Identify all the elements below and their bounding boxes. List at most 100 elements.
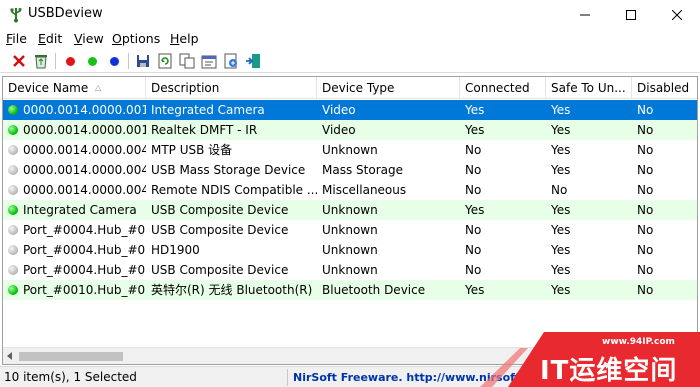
cell-device-type: Unknown [322, 263, 378, 277]
html-report-icon [224, 53, 237, 69]
cell-description: MTP USB 设备 [151, 143, 233, 157]
red-dot-button[interactable] [61, 52, 79, 70]
cell-device-type: Mass Storage [322, 163, 403, 177]
cell-safe-to-unplug: Yes [551, 243, 571, 257]
table-row[interactable]: Port_#0004.Hub_#0... HD1900 Unknown No Yes No [3, 240, 697, 260]
close-button[interactable] [654, 0, 700, 30]
table-row[interactable]: Port_#0010.Hub_#0... 英特尔(R) 无线 Bluetooth(… [3, 280, 697, 300]
cell-description: 英特尔(R) 无线 Bluetooth(R) [151, 283, 313, 297]
blue-dot-icon [109, 56, 119, 66]
cell-connected: Yes [465, 203, 485, 217]
red-dot-icon [65, 56, 75, 66]
menu-options[interactable]: Options [112, 31, 160, 46]
cell-description: Realtek DMFT - IR [151, 123, 258, 137]
refresh-button[interactable] [156, 52, 174, 70]
disable-device-button[interactable] [10, 52, 28, 70]
cell-device-type: Unknown [322, 203, 378, 217]
menu-file[interactable]: File [6, 31, 27, 46]
menu-view[interactable]: View [74, 31, 104, 46]
html-report-button[interactable] [222, 52, 240, 70]
menu-edit[interactable]: Edit [38, 31, 62, 46]
cell-disabled: No [637, 203, 654, 217]
cell-disabled: No [637, 183, 654, 197]
exit-button[interactable] [244, 52, 262, 70]
cell-connected: Yes [465, 103, 485, 117]
column-header-device-name[interactable]: Device Name △ [3, 77, 146, 99]
cell-disabled: No [637, 123, 654, 137]
table-row[interactable]: Integrated Camera USB Composite Device Unk… [3, 200, 697, 220]
usb-app-icon [10, 8, 22, 23]
table-row[interactable]: 0000.0014.0000.001.... Integrated Camera V… [3, 100, 697, 120]
column-header-connected[interactable]: Connected [460, 77, 546, 99]
cell-device-name: Port_#0004.Hub_#0... [23, 243, 146, 257]
column-header-disabled[interactable]: Disabled [632, 77, 697, 99]
cell-safe-to-unplug: No [551, 183, 568, 197]
maximize-button[interactable] [608, 0, 654, 30]
toolbar-separator [55, 53, 56, 69]
cell-safe-to-unplug: Yes [551, 123, 571, 137]
cell-safe-to-unplug: Yes [551, 223, 571, 237]
save-button[interactable] [134, 52, 152, 70]
copy-icon [179, 53, 195, 69]
sort-ascending-icon: △ [95, 83, 102, 92]
recycle-bin-button[interactable] [32, 52, 50, 70]
cell-device-name: Port_#0010.Hub_#0... [23, 283, 146, 297]
menu-help[interactable]: Help [170, 31, 199, 46]
watermark-logo: www.94IP.com IT运维空间 [480, 332, 700, 387]
minimize-button[interactable] [562, 0, 608, 30]
status-separator [287, 369, 288, 386]
cell-safe-to-unplug: Yes [551, 103, 571, 117]
table-row[interactable]: Port_#0004.Hub_#0... USB Composite Device… [3, 220, 697, 240]
blue-dot-button[interactable] [105, 52, 123, 70]
cell-device-type: Unknown [322, 143, 378, 157]
cell-connected: No [465, 163, 482, 177]
cell-device-name: 0000.0014.0000.001.... [23, 123, 146, 137]
menu-bar: File Edit View Options Help [0, 30, 700, 48]
recycle-bin-icon [35, 55, 47, 69]
cell-safe-to-unplug: Yes [551, 143, 571, 157]
cell-disabled: No [637, 243, 654, 257]
cell-connected: No [465, 143, 482, 157]
exit-door-icon [246, 54, 260, 68]
green-dot-button[interactable] [83, 52, 101, 70]
cell-device-name: 0000.0014.0000.004.... [23, 143, 146, 157]
cell-description: USB Composite Device [151, 263, 289, 277]
cell-safe-to-unplug: Yes [551, 163, 571, 177]
cell-safe-to-unplug: Yes [551, 203, 571, 217]
save-icon [137, 55, 149, 67]
device-list[interactable]: Device Name △ Description Device Type Con… [2, 76, 698, 365]
cell-device-type: Unknown [322, 243, 378, 257]
column-header-safe-to-unplug[interactable]: Safe To Un... [546, 77, 632, 99]
cell-disabled: No [637, 163, 654, 177]
cell-safe-to-unplug: Yes [551, 263, 571, 277]
cell-description: USB Composite Device [151, 223, 289, 237]
refresh-icon [158, 53, 172, 69]
properties-button[interactable] [200, 52, 218, 70]
cell-description: Integrated Camera [151, 103, 265, 117]
table-row[interactable]: 0000.0014.0000.001.... Realtek DMFT - IR V… [3, 120, 697, 140]
table-row[interactable]: 0000.0014.0000.004.... USB Mass Storage D… [3, 160, 697, 180]
close-icon [672, 10, 682, 20]
title-bar: USBDeview [0, 0, 700, 30]
table-row[interactable]: 0000.0014.0000.004.... Remote NDIS Compat… [3, 180, 697, 200]
cell-connected: Yes [465, 283, 485, 297]
table-row[interactable]: 0000.0014.0000.004.... MTP USB 设备 Unknown N… [3, 140, 697, 160]
cell-device-type: Video [322, 103, 356, 117]
cell-description: Remote NDIS Compatible ... [151, 183, 317, 197]
cell-device-type: Miscellaneous [322, 183, 407, 197]
cell-device-name: 0000.0014.0000.001.... [23, 103, 146, 117]
cell-connected: No [465, 243, 482, 257]
copy-button[interactable] [178, 52, 196, 70]
scroll-left-icon[interactable] [5, 351, 15, 361]
cell-connected: No [465, 223, 482, 237]
maximize-icon [626, 10, 636, 20]
red-x-icon [13, 55, 25, 67]
column-header-device-type[interactable]: Device Type [317, 77, 460, 99]
toolbar [0, 49, 700, 73]
column-header-description[interactable]: Description [146, 77, 317, 99]
cell-disabled: No [637, 263, 654, 277]
list-header: Device Name △ Description Device Type Con… [3, 77, 697, 99]
scrollbar-thumb[interactable] [19, 352, 123, 361]
table-row[interactable]: Port_#0004.Hub_#0... USB Composite Device… [3, 260, 697, 280]
minimize-icon [580, 14, 590, 16]
